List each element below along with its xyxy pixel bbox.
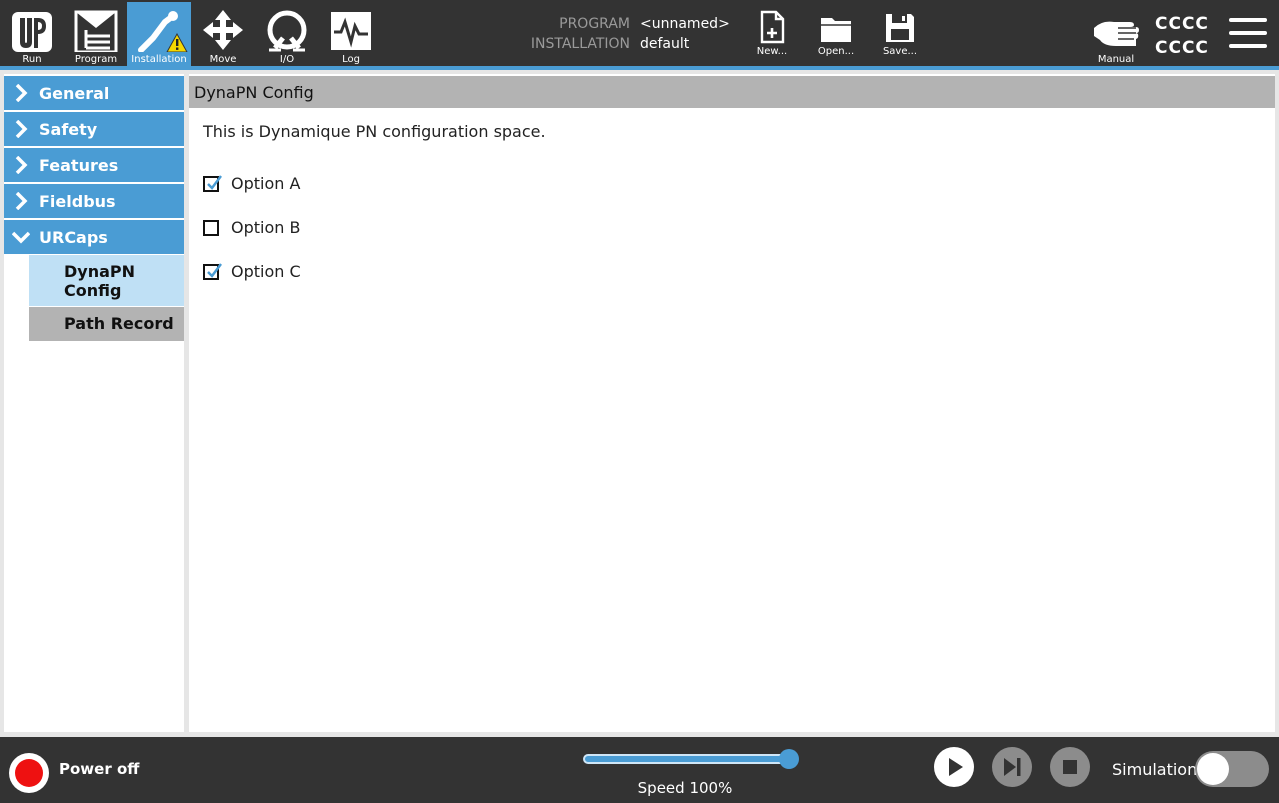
power-button[interactable] xyxy=(9,753,49,793)
program-key: PROGRAM xyxy=(559,16,630,32)
simulation-label: Simulation xyxy=(1112,760,1198,779)
installation-sidebar: General Safety Features Fieldbus URCaps … xyxy=(4,74,184,732)
power-status-label[interactable]: Power off xyxy=(59,760,139,778)
save-file-label: Save... xyxy=(882,46,918,57)
nav-io-label: I/O xyxy=(279,54,295,65)
program-name: <unnamed> xyxy=(640,16,730,32)
option-c-checkbox[interactable] xyxy=(203,263,222,280)
user-line-2: CCCC xyxy=(1155,38,1209,58)
save-file-button[interactable]: Save... xyxy=(872,6,928,62)
new-file-label: New... xyxy=(756,46,788,57)
nav-log-label: Log xyxy=(342,54,360,65)
content-panel: DynaPN Config This is Dynamique PN confi… xyxy=(189,74,1275,732)
robot-arm-warning-icon xyxy=(138,11,188,52)
user-initials[interactable]: CCCC CCCC xyxy=(1155,12,1209,60)
speed-label: Speed 100% xyxy=(637,779,733,797)
step-forward-icon xyxy=(1004,758,1021,776)
io-icon xyxy=(267,10,307,52)
sidebar-item-label: Features xyxy=(39,156,119,175)
open-file-label: Open... xyxy=(817,46,855,57)
speed-slider-track[interactable] xyxy=(583,754,791,764)
move-arrows-icon xyxy=(203,10,243,50)
new-file-button[interactable]: New... xyxy=(744,6,800,62)
simulation-toggle[interactable] xyxy=(1195,751,1269,787)
page-title: DynaPN Config xyxy=(194,83,314,102)
installation-name: default xyxy=(640,36,690,52)
option-a-checkbox[interactable] xyxy=(203,175,222,192)
play-icon xyxy=(949,758,963,776)
folder-open-icon xyxy=(821,18,851,42)
step-button[interactable] xyxy=(992,747,1032,787)
header-accent-line xyxy=(0,66,1279,70)
option-b-checkbox[interactable] xyxy=(203,220,219,236)
speed-slider-knob[interactable] xyxy=(779,749,799,769)
play-button[interactable] xyxy=(934,747,974,787)
log-pulse-icon xyxy=(331,12,371,50)
nav-program-button[interactable]: Program xyxy=(64,2,128,66)
hamburger-menu-icon[interactable] xyxy=(1229,18,1267,50)
ur-logo-icon xyxy=(12,12,52,52)
user-line-1: CCCC xyxy=(1155,14,1209,34)
sidebar-item-general[interactable]: General xyxy=(4,76,184,110)
open-file-button[interactable]: Open... xyxy=(808,6,864,62)
checkmark-icon xyxy=(207,263,222,278)
speed-slider[interactable] xyxy=(583,749,799,769)
chevron-down-icon xyxy=(12,231,30,244)
content-header: DynaPN Config xyxy=(189,76,1275,108)
nav-move-label: Move xyxy=(209,54,237,65)
page-description: This is Dynamique PN configuration space… xyxy=(203,122,546,141)
installation-key: INSTALLATION xyxy=(530,36,630,52)
sidebar-subitem-label: Path Record xyxy=(64,314,174,333)
chevron-right-icon xyxy=(15,192,28,210)
stop-button[interactable] xyxy=(1050,747,1090,787)
sidebar-item-safety[interactable]: Safety xyxy=(4,112,184,146)
option-a-label: Option A xyxy=(231,174,301,193)
manual-mode-label: Manual xyxy=(1097,54,1135,65)
nav-log-button[interactable]: Log xyxy=(319,2,383,66)
chevron-right-icon xyxy=(15,84,28,102)
sidebar-item-label: Fieldbus xyxy=(39,192,116,211)
option-b-label: Option B xyxy=(231,218,301,237)
nav-installation-label: Installation xyxy=(131,54,187,65)
chevron-right-icon xyxy=(15,120,28,138)
power-status-icon xyxy=(15,759,43,787)
simulation-toggle-knob xyxy=(1197,753,1229,785)
nav-installation-button[interactable]: Installation xyxy=(127,2,191,66)
program-tree-icon xyxy=(74,10,118,52)
checkmark-icon xyxy=(207,175,222,190)
sidebar-item-label: URCaps xyxy=(39,228,108,247)
top-bar: Run Program Installation Move I/O Log PR… xyxy=(0,0,1279,66)
sidebar-subitem-path-record[interactable]: Path Record xyxy=(29,307,184,341)
stop-icon xyxy=(1063,760,1077,774)
sidebar-subitem-label: DynaPN Config xyxy=(64,262,136,300)
option-c-label: Option C xyxy=(231,262,301,281)
nav-program-label: Program xyxy=(74,54,118,65)
nav-io-button[interactable]: I/O xyxy=(255,2,319,66)
chevron-right-icon xyxy=(15,156,28,174)
sidebar-subitem-dynapn-config[interactable]: DynaPN Config xyxy=(29,255,184,306)
footer-bar: Power off Speed 100% Simulation xyxy=(0,737,1279,803)
sidebar-item-features[interactable]: Features xyxy=(4,148,184,182)
floppy-save-icon xyxy=(886,14,914,42)
hand-icon xyxy=(1094,21,1139,46)
nav-run-label: Run xyxy=(22,54,42,65)
manual-mode-button[interactable]: Manual xyxy=(1088,10,1144,66)
sidebar-item-fieldbus[interactable]: Fieldbus xyxy=(4,184,184,218)
nav-move-button[interactable]: Move xyxy=(191,2,255,66)
nav-run-button[interactable]: Run xyxy=(0,2,64,66)
sidebar-item-label: General xyxy=(39,84,110,103)
new-file-icon xyxy=(760,10,785,44)
sidebar-item-urcaps[interactable]: URCaps xyxy=(4,220,184,254)
sidebar-item-label: Safety xyxy=(39,120,98,139)
